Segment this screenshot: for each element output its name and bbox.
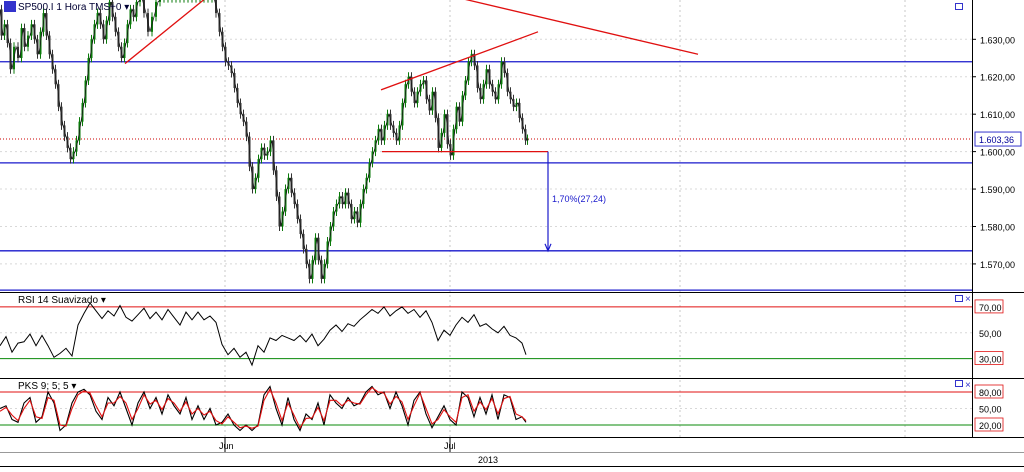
price-panel-header[interactable]: SP500.I 1 Hora TMS+0 ▾ <box>18 2 129 13</box>
price-axis-tick-label: 1.620,00 <box>980 73 1015 83</box>
time-axis-label: Jun <box>219 441 234 451</box>
rsi-level-label: 30,00 <box>979 355 1002 365</box>
pks-panel-close-icon[interactable]: × <box>965 380 971 391</box>
price-axis-tick-label: 1.600,00 <box>980 148 1015 158</box>
pks-level-label: 20,00 <box>979 421 1002 431</box>
symbol-icon[interactable] <box>4 1 16 12</box>
pks-level-label: 50,00 <box>979 405 1002 415</box>
pks-level-label: 80,00 <box>979 388 1002 398</box>
rsi-level-label: 70,00 <box>979 303 1002 313</box>
last-price-label: 1.603,36 <box>979 135 1014 145</box>
chart-canvas: 1,70%(27,24) 1.570,00 1.580,00 1.590,00 1.6… <box>0 0 1024 467</box>
price-axis-tick-label: 1.630,00 <box>980 35 1015 45</box>
price-axis-tick-label: 1.590,00 <box>980 185 1015 195</box>
rsi-level-label: 50,00 <box>979 329 1002 339</box>
chart-window: 1,70%(27,24) 1.570,00 1.580,00 1.590,00 1.6… <box>0 0 1024 467</box>
price-axis-tick-label: 1.570,00 <box>980 260 1015 270</box>
rsi-panel-header[interactable]: RSI 14 Suavizado ▾ <box>18 295 106 306</box>
pks-panel-header[interactable]: PKS 9; 5; 5 ▾ <box>18 381 76 392</box>
time-axis-label: Jul <box>444 441 456 451</box>
chart-background <box>0 0 1024 467</box>
rsi-panel-close-icon[interactable]: × <box>965 294 971 305</box>
price-axis-tick-label: 1.580,00 <box>980 222 1015 232</box>
price-axis-tick-label: 1.610,00 <box>980 110 1015 120</box>
measure-label: 1,70%(27,24) <box>552 194 606 204</box>
year-label: 2013 <box>478 455 498 465</box>
